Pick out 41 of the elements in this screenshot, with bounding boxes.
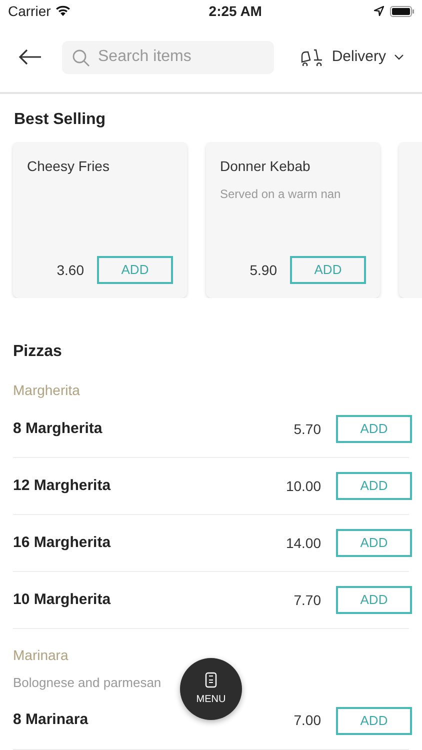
item-name: 16 Margherita	[13, 532, 111, 553]
price-text: 5.70	[294, 420, 321, 438]
add-button[interactable]: ADD	[336, 472, 412, 500]
menu-book-icon	[205, 672, 217, 688]
menu-button[interactable]: MENU	[180, 658, 242, 720]
location-arrow-icon	[374, 6, 384, 16]
item-name: 10 Margherita	[13, 590, 111, 610]
search-icon	[72, 48, 90, 66]
add-button[interactable]: ADD	[336, 529, 412, 557]
price-text: 5.90	[250, 260, 277, 280]
price-text: 7.00	[294, 711, 321, 730]
product-name: Cheesy Fries	[27, 157, 110, 176]
back-arrow-icon[interactable]	[18, 49, 42, 65]
section-title: Pizzas	[12, 342, 63, 362]
add-button[interactable]: ADD	[336, 586, 412, 614]
item-name: 12 Margherita	[13, 476, 111, 496]
add-button[interactable]: ADD	[97, 256, 173, 284]
wifi-icon	[54, 5, 71, 17]
price-text: 14.00	[286, 534, 321, 552]
delivery-dropdown[interactable]: Delivery	[300, 46, 404, 68]
add-button[interactable]: ADD	[336, 415, 412, 443]
section-title: Best Selling	[13, 110, 107, 130]
chevron-down-icon	[394, 54, 404, 60]
product-card[interactable]: Donner Kebab Served on a warm nan 5.90 ADD	[206, 142, 380, 298]
clock-text: 2:25 AM	[208, 2, 262, 20]
category-description: Bolognese and parmesan	[13, 674, 162, 692]
item-name: 8 Marinara	[13, 710, 88, 730]
category-title: Margherita	[12, 381, 81, 400]
price-text: 10.00	[286, 476, 321, 496]
add-button[interactable]: ADD	[336, 706, 412, 734]
product-description: Served on a warm nan	[220, 186, 342, 203]
product-card[interactable]: Cheesy Fries 3.60 ADD	[13, 142, 187, 298]
item-name: 8 Margherita	[13, 418, 102, 439]
category-title: Marinara	[12, 646, 70, 665]
product-name: Donner Kebab	[220, 157, 312, 176]
carrier-text: Carrier	[8, 2, 51, 20]
price-text: 3.60	[56, 260, 84, 280]
add-button[interactable]: ADD	[290, 256, 366, 284]
battery-icon	[390, 6, 414, 16]
price-text: 7.70	[294, 590, 321, 610]
search-field[interactable]: Search items	[62, 40, 274, 74]
